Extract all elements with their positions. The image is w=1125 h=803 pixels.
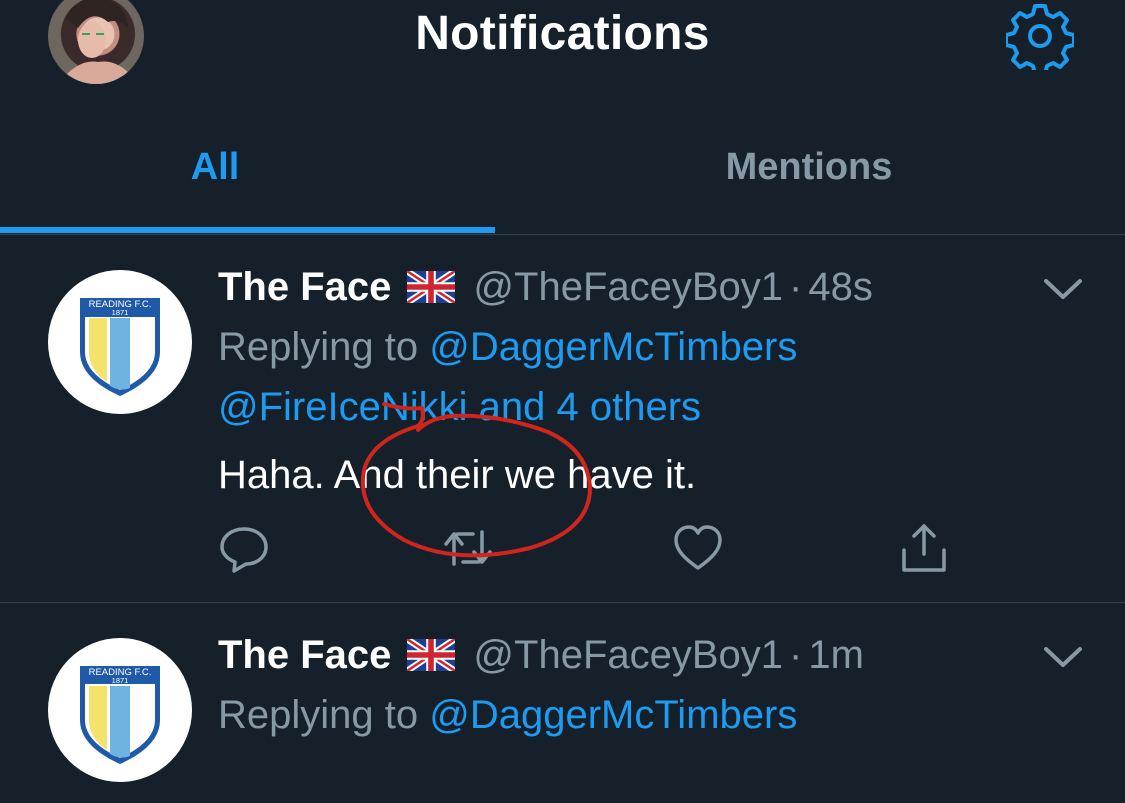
display-name[interactable]: The Face [218,633,391,677]
tweet-time: 48s [808,265,873,309]
reply-icon[interactable] [216,520,272,576]
user-handle[interactable]: @TheFaceyBoy1 [473,633,783,677]
tab-mentions[interactable]: Mentions [528,120,1090,220]
replying-to-line: Replying to @DaggerMcTimbers [218,325,797,370]
page-title: Notifications [415,7,710,60]
reading-fc-crest-icon: READING F.C. 1871 [80,298,160,396]
notification-tabs: All Mentions [0,120,1125,235]
other-mentions-link[interactable]: @FireIceNikki and 4 others [218,385,701,430]
tweet-time: 1m [808,633,864,677]
share-icon[interactable] [896,520,952,576]
tweet-item[interactable]: READING F.C. 1871 The Face @TheFaceyBoy1… [0,603,1125,803]
replying-prefix: Replying to [218,325,430,369]
user-avatar[interactable]: READING F.C. 1871 [48,270,192,414]
tweet-header: The Face @TheFaceyBoy1 · 1m [218,633,864,678]
top-bar: Notifications [0,0,1125,92]
tab-all[interactable]: All [0,120,496,220]
reading-fc-crest-icon: READING F.C. 1871 [80,666,160,764]
crest-year: 1871 [112,308,129,317]
tweet-item[interactable]: READING F.C. 1871 The Face @TheFaceyBoy1… [0,235,1125,603]
time-separator: · [789,265,803,309]
uk-flag-icon [407,639,456,671]
uk-flag-icon [407,271,456,303]
chevron-down-icon[interactable] [1040,275,1086,303]
active-tab-indicator [0,227,495,233]
retweet-icon[interactable] [440,520,496,576]
replying-to-line: Replying to @DaggerMcTimbers [218,693,797,738]
chevron-down-icon[interactable] [1040,643,1086,671]
mention-link[interactable]: @DaggerMcTimbers [429,325,797,369]
replying-prefix: Replying to [218,693,430,737]
tweet-actions [0,520,1125,580]
time-separator: · [789,633,803,677]
user-handle[interactable]: @TheFaceyBoy1 [473,265,783,309]
tweet-text: Haha. And their we have it. [218,453,697,497]
gear-icon[interactable] [1006,2,1074,70]
tweet-header: The Face @TheFaceyBoy1 · 48s [218,265,873,310]
like-heart-icon[interactable] [670,520,726,576]
user-avatar[interactable]: READING F.C. 1871 [48,638,192,782]
mention-link[interactable]: @DaggerMcTimbers [429,693,797,737]
display-name[interactable]: The Face [218,265,391,309]
crest-year: 1871 [112,676,129,685]
